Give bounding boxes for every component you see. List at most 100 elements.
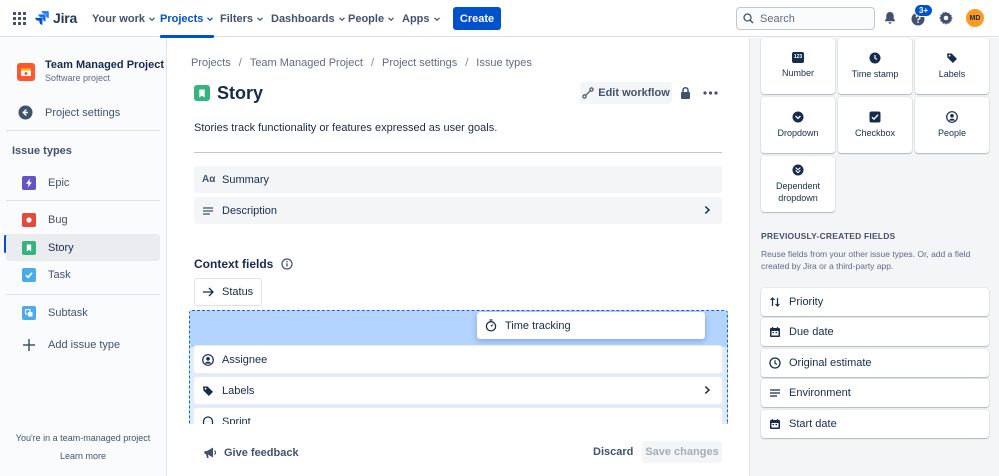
story-icon: [194, 85, 210, 101]
tag-icon: [203, 386, 213, 396]
nav-dashboards[interactable]: Dashboards: [271, 0, 346, 37]
edit-workflow-button[interactable]: Edit workflow: [580, 82, 672, 104]
arrow-right-icon: [203, 287, 214, 297]
nav-people[interactable]: People: [348, 0, 395, 37]
search-input[interactable]: Search: [736, 7, 875, 30]
calendar-icon: [770, 419, 780, 429]
more-options-icon[interactable]: [703, 91, 718, 95]
prev-field-priority[interactable]: Priority: [761, 288, 989, 316]
field-type-dependent-dropdown[interactable]: Dependent dropdown: [761, 156, 835, 212]
field-label: Description: [222, 204, 278, 217]
sidebar-item-task[interactable]: Task: [6, 261, 160, 288]
field-type-number[interactable]: 123 Number: [761, 38, 835, 94]
breadcrumb-projects[interactable]: Projects: [191, 57, 231, 69]
breadcrumb-project[interactable]: Team Managed Project: [250, 57, 363, 69]
chevron-down-icon: [149, 16, 155, 21]
issue-type-description[interactable]: Stories track functionality or features …: [194, 122, 497, 134]
app-switcher-icon[interactable]: [13, 12, 26, 25]
field-summary[interactable]: Aα Summary: [194, 166, 722, 193]
nav-apps[interactable]: Apps: [402, 0, 441, 37]
create-button[interactable]: Create: [453, 7, 501, 30]
prev-field-environment[interactable]: Environment: [761, 379, 989, 407]
field-label: Due date: [789, 326, 834, 338]
settings-gear-icon[interactable]: [937, 9, 955, 27]
field-label: Labels: [222, 384, 255, 397]
nav-filters[interactable]: Filters: [220, 0, 264, 37]
learn-more-link[interactable]: Learn more: [0, 451, 166, 461]
tile-label: People: [937, 127, 967, 138]
sidebar-item-epic[interactable]: Epic: [6, 169, 160, 196]
field-description[interactable]: Description: [194, 197, 722, 224]
breadcrumb-project-settings[interactable]: Project settings: [382, 57, 457, 69]
text-lines-icon: [203, 206, 213, 215]
feedback-label: Give feedback: [224, 446, 299, 459]
sidebar-item-bug[interactable]: Bug: [6, 206, 160, 233]
tile-label: Dropdown: [777, 127, 819, 138]
user-avatar[interactable]: MD: [966, 9, 984, 27]
calendar-icon: [770, 327, 780, 337]
discard-button[interactable]: Discard: [593, 446, 633, 458]
issue-types-heading: Issue types: [12, 145, 72, 157]
tile-label: Labels: [938, 68, 966, 79]
project-avatar: [17, 63, 35, 81]
jira-logo[interactable]: Jira: [35, 10, 77, 26]
add-issue-type-button[interactable]: Add issue type: [6, 331, 160, 358]
team-managed-note: You're in a team-managed project: [15, 433, 151, 443]
chevron-down-icon: [388, 16, 395, 21]
clock-icon: [869, 52, 881, 64]
field-label: Assignee: [222, 353, 268, 366]
back-to-project-settings[interactable]: Project settings: [18, 105, 120, 120]
search-icon: [743, 13, 754, 24]
give-feedback-button[interactable]: Give feedback: [203, 446, 299, 459]
epic-icon: [22, 175, 36, 190]
field-type-checkbox[interactable]: Checkbox: [838, 97, 912, 153]
sidebar-divider: [6, 200, 160, 201]
chevron-right-icon[interactable]: [702, 205, 712, 215]
field-type-time-stamp[interactable]: Time stamp: [838, 38, 912, 94]
chevron-down-icon: [338, 16, 345, 21]
workflow-icon: [582, 87, 594, 99]
field-label: Summary: [222, 173, 270, 186]
story-icon: [22, 240, 36, 255]
nav-label: Projects: [160, 12, 204, 25]
nav-projects[interactable]: Projects: [160, 0, 215, 38]
project-type: Software project: [45, 73, 111, 83]
notifications-icon[interactable]: [881, 9, 899, 27]
field-labels[interactable]: Labels: [194, 377, 722, 404]
save-changes-button[interactable]: Save changes: [642, 441, 722, 463]
nav-your-work[interactable]: Your work: [92, 0, 156, 37]
lock-icon[interactable]: [679, 86, 692, 100]
field-label: Priority: [789, 296, 824, 308]
field-label: Time tracking: [505, 319, 571, 332]
page-title: Story: [217, 83, 264, 103]
sidebar-item-subtask[interactable]: Subtask: [6, 299, 160, 326]
breadcrumb-separator: /: [238, 57, 242, 69]
prev-field-due-date[interactable]: Due date: [761, 318, 989, 346]
field-assignee[interactable]: Assignee: [194, 346, 722, 373]
dragging-field-time-tracking[interactable]: Time tracking: [477, 312, 705, 339]
breadcrumb: Projects / Team Managed Project / Projec…: [191, 57, 532, 69]
tile-label: Dependent dropdown: [775, 180, 821, 203]
sidebar-item-label: Bug: [48, 213, 68, 226]
project-name[interactable]: Team Managed Project: [45, 59, 164, 71]
prev-field-original-estimate[interactable]: Original estimate: [761, 349, 989, 377]
chevron-right-icon[interactable]: [702, 385, 712, 395]
nav-label: Dashboards: [271, 12, 335, 25]
back-label: Project settings: [45, 106, 121, 119]
field-status[interactable]: Status: [194, 278, 262, 306]
sidebar-item-label: Epic: [48, 176, 70, 189]
breadcrumb-separator: /: [465, 57, 469, 69]
field-type-dropdown[interactable]: Dropdown: [761, 97, 835, 153]
context-fields-title: Context fields: [194, 257, 274, 271]
clock-icon: [769, 357, 781, 369]
sidebar-item-story[interactable]: Story: [6, 234, 160, 261]
breadcrumb-separator: /: [370, 57, 374, 69]
prev-field-start-date[interactable]: Start date: [761, 410, 989, 438]
info-icon[interactable]: [281, 258, 293, 270]
field-type-people[interactable]: People: [915, 97, 989, 153]
breadcrumb-issue-types[interactable]: Issue types: [476, 57, 532, 69]
field-type-labels[interactable]: Labels: [915, 38, 989, 94]
previously-created-fields-heading: PREVIOUSLY-CREATED FIELDS: [761, 231, 896, 241]
previously-created-fields-description: Reuse fields from your other issue types…: [761, 249, 971, 272]
arrow-left-circle-icon: [18, 105, 33, 120]
